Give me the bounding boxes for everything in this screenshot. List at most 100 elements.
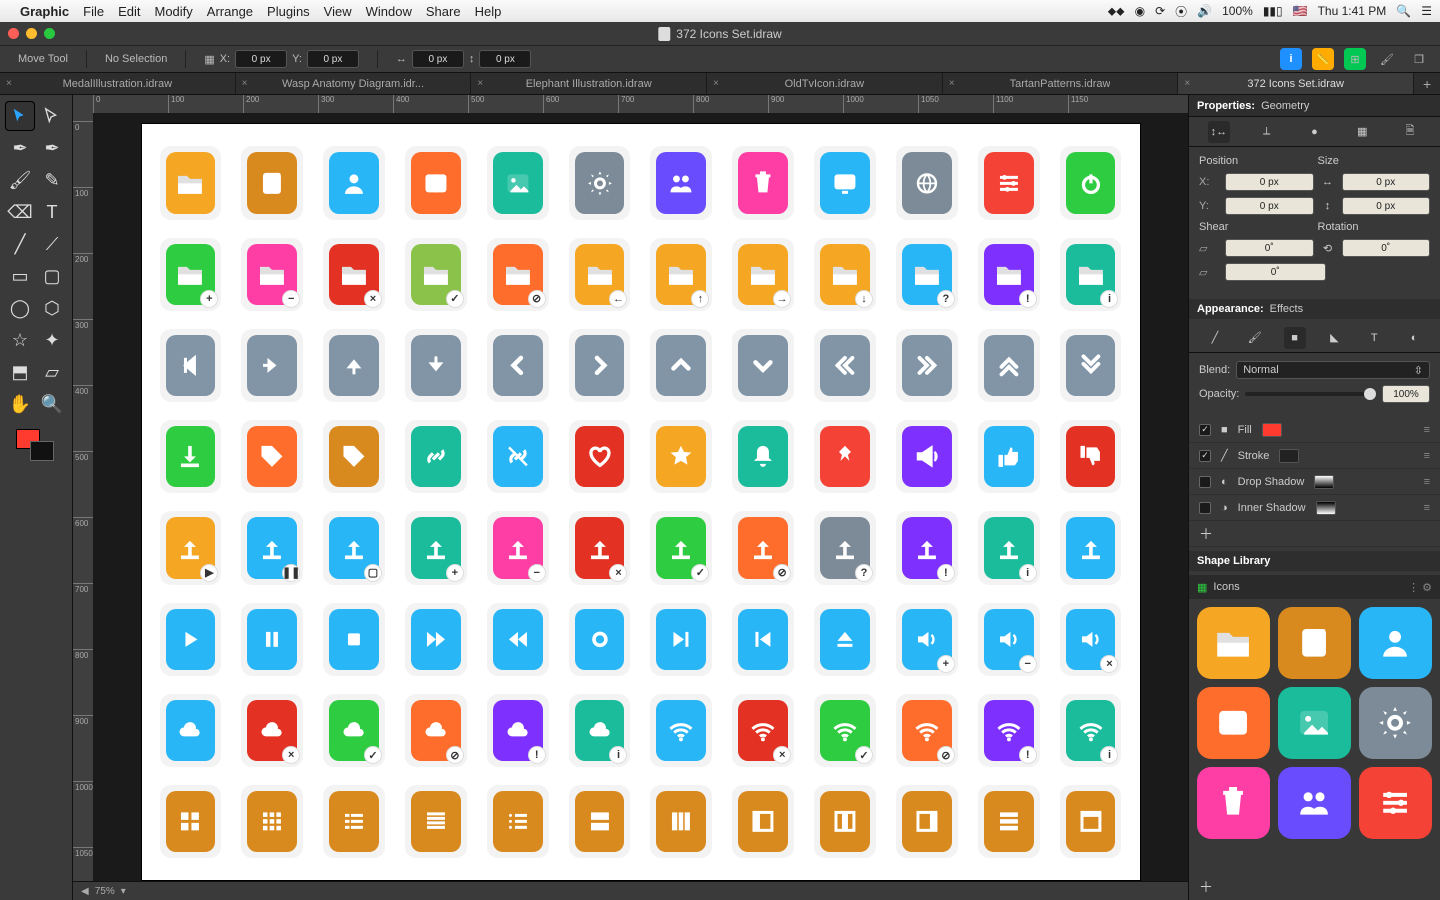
fill-menu-icon[interactable]: ≡ xyxy=(1424,424,1430,436)
add-effect-button[interactable]: ＋ xyxy=(1199,524,1213,544)
dropbox-icon[interactable]: ⬥⬥ xyxy=(1108,4,1125,19)
icon-cell[interactable] xyxy=(896,420,958,493)
icon-cell[interactable] xyxy=(814,603,876,676)
curve-tool[interactable]: ⟋ xyxy=(37,229,67,259)
icon-cell[interactable]: + xyxy=(896,603,958,676)
size-h-input[interactable]: 0 px xyxy=(1342,197,1431,215)
close-tab-icon[interactable]: × xyxy=(477,78,483,89)
document-tab[interactable]: ×Wasp Anatomy Diagram.idr... xyxy=(236,73,472,94)
grid-tab-icon[interactable]: ▦ xyxy=(1351,121,1373,143)
innershadow-swatch[interactable] xyxy=(1316,501,1336,515)
fill-color-swatch[interactable] xyxy=(1262,423,1282,437)
align-icon[interactable]: ▦ xyxy=(204,53,214,66)
menu-plugins[interactable]: Plugins xyxy=(267,4,310,19)
icon-cell[interactable] xyxy=(814,329,876,402)
icon-cell[interactable] xyxy=(896,785,958,858)
icon-cell[interactable] xyxy=(650,603,712,676)
icon-cell[interactable] xyxy=(241,603,303,676)
document-tab[interactable]: ×OldTvIcon.idraw xyxy=(707,73,943,94)
icon-cell[interactable] xyxy=(978,420,1040,493)
icon-cell[interactable] xyxy=(487,785,549,858)
document-tab[interactable]: ×TartanPatterns.idraw xyxy=(943,73,1179,94)
traffic-close-button[interactable] xyxy=(8,28,19,39)
icon-cell[interactable] xyxy=(241,420,303,493)
size-w-input[interactable]: 0 px xyxy=(1342,173,1431,191)
icon-cell[interactable] xyxy=(487,603,549,676)
align-tab-icon[interactable]: ⟂ xyxy=(1256,121,1278,143)
icon-cell[interactable] xyxy=(1060,420,1122,493)
menu-edit[interactable]: Edit xyxy=(118,4,140,19)
fill-style-icon[interactable]: ■ xyxy=(1284,327,1306,349)
icon-cell[interactable] xyxy=(814,420,876,493)
icon-cell[interactable] xyxy=(405,603,467,676)
dropshadow-swatch[interactable] xyxy=(1314,475,1334,489)
icon-cell[interactable]: ↑ xyxy=(650,238,712,311)
opacity-tab-icon[interactable]: ● xyxy=(1303,121,1325,143)
icon-cell[interactable] xyxy=(323,785,385,858)
icon-cell[interactable] xyxy=(650,146,712,219)
menu-window[interactable]: Window xyxy=(366,4,412,19)
icon-cell[interactable] xyxy=(650,329,712,402)
color-swatches[interactable] xyxy=(14,429,58,465)
creative-cloud-icon[interactable]: ◉ xyxy=(1135,4,1145,18)
flag-icon[interactable]: 🇺🇸 xyxy=(1293,4,1308,18)
geom-tab-icon[interactable]: ↕↔ xyxy=(1208,121,1230,143)
pos-y-field[interactable]: 0 px xyxy=(307,50,359,68)
icon-cell[interactable]: ↓ xyxy=(814,238,876,311)
icon-cell[interactable]: ! xyxy=(978,694,1040,767)
library-user-icon[interactable] xyxy=(1359,607,1432,679)
icon-cell[interactable]: − xyxy=(978,603,1040,676)
spotlight-icon[interactable]: 🔍 xyxy=(1396,4,1411,18)
wifi-icon[interactable]: ⦿ xyxy=(1175,3,1187,20)
icon-cell[interactable]: i xyxy=(978,511,1040,584)
menu-arrange[interactable]: Arrange xyxy=(207,4,253,19)
artboard[interactable]: +−×✓⊘←↑→↓?!i▶❚❚▢+−×✓⊘?!i+−××✓⊘!i×✓⊘!i xyxy=(141,123,1141,881)
icon-cell[interactable]: ⊘ xyxy=(896,694,958,767)
zoom-tool[interactable]: 🔍 xyxy=(37,389,67,419)
library-name[interactable]: Icons xyxy=(1213,581,1239,593)
pen-tool[interactable]: ✒ xyxy=(37,133,67,163)
icon-cell[interactable]: ❚❚ xyxy=(241,511,303,584)
ellipse-tool[interactable]: ◯ xyxy=(5,293,35,323)
menu-view[interactable]: View xyxy=(324,4,352,19)
icon-cell[interactable]: i xyxy=(1060,238,1122,311)
close-tab-icon[interactable]: × xyxy=(242,78,248,89)
list-icon[interactable]: ☰ xyxy=(1421,4,1432,18)
icon-cell[interactable]: ▢ xyxy=(323,511,385,584)
add-shape-button[interactable]: ＋ xyxy=(1199,877,1213,897)
icon-cell[interactable] xyxy=(1060,329,1122,402)
icon-cell[interactable] xyxy=(732,420,794,493)
icon-cell[interactable] xyxy=(323,603,385,676)
crop-tool[interactable]: ⬒ xyxy=(5,357,35,387)
pen-add-tool[interactable]: ✒︎ xyxy=(5,133,35,163)
icon-cell[interactable]: ▶ xyxy=(160,511,222,584)
layers-button[interactable]: ❒ xyxy=(1408,48,1430,70)
library-doc-icon[interactable] xyxy=(1278,607,1351,679)
library-gear-icon[interactable] xyxy=(1359,687,1432,759)
info-button[interactable]: i xyxy=(1280,48,1302,70)
icon-cell[interactable] xyxy=(569,420,631,493)
icon-cell[interactable] xyxy=(650,785,712,858)
clock-label[interactable]: Thu 1:41 PM xyxy=(1318,4,1387,18)
icon-cell[interactable]: ⊘ xyxy=(732,511,794,584)
icon-cell[interactable]: ✓ xyxy=(650,511,712,584)
icon-cell[interactable] xyxy=(323,329,385,402)
document-tab[interactable]: ×MedalIllustration.idraw xyxy=(0,73,236,94)
dropshadow-checkbox[interactable] xyxy=(1199,476,1211,488)
icon-cell[interactable]: → xyxy=(732,238,794,311)
icon-cell[interactable] xyxy=(160,694,222,767)
icon-cell[interactable]: ⊘ xyxy=(405,694,467,767)
icon-cell[interactable]: ⊘ xyxy=(487,238,549,311)
icon-cell[interactable] xyxy=(569,146,631,219)
icon-cell[interactable] xyxy=(160,785,222,858)
star-tool[interactable]: ☆ xyxy=(5,325,35,355)
ruler-button[interactable]: 📏 xyxy=(1312,48,1334,70)
icon-cell[interactable] xyxy=(978,329,1040,402)
icon-cell[interactable]: × xyxy=(1060,603,1122,676)
volume-icon[interactable]: 🔊 xyxy=(1197,4,1212,18)
close-tab-icon[interactable]: × xyxy=(6,78,12,89)
corner-style-icon[interactable]: ◣ xyxy=(1323,327,1345,349)
icon-cell[interactable]: − xyxy=(487,511,549,584)
icon-cell[interactable] xyxy=(241,329,303,402)
icon-cell[interactable] xyxy=(732,603,794,676)
